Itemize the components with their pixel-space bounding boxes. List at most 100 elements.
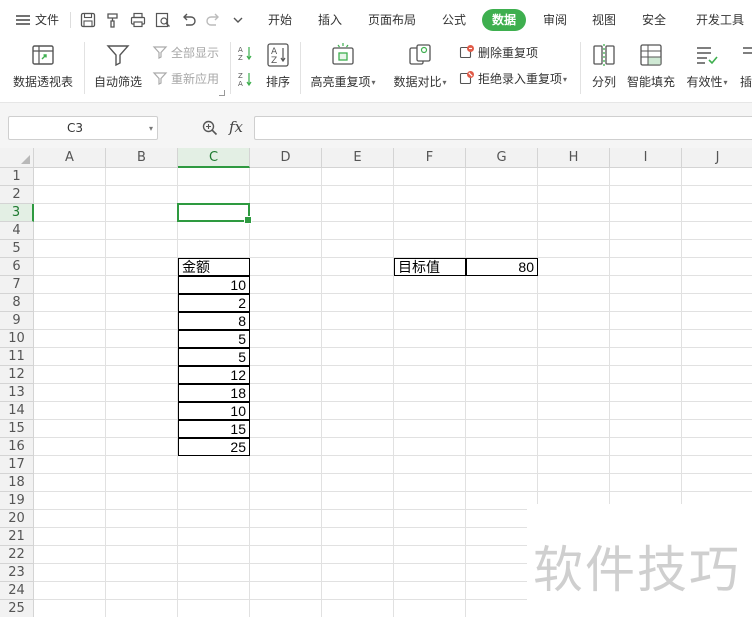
cell-i7[interactable] — [610, 276, 682, 294]
cell-f1[interactable] — [394, 168, 466, 186]
cell-j13[interactable] — [682, 384, 752, 402]
cell-d15[interactable] — [250, 420, 322, 438]
cell-e8[interactable] — [322, 294, 394, 312]
cell-b12[interactable] — [106, 366, 178, 384]
cell-c17[interactable] — [178, 456, 250, 474]
column-header-g[interactable]: G — [466, 148, 538, 168]
cell-c23[interactable] — [178, 564, 250, 582]
cell-e11[interactable] — [322, 348, 394, 366]
tab-formulas[interactable]: 公式 — [434, 9, 474, 31]
cell-h6[interactable] — [538, 258, 610, 276]
cell-b9[interactable] — [106, 312, 178, 330]
cell-h5[interactable] — [538, 240, 610, 258]
data-validation-button[interactable]: 有效性▾ — [682, 42, 732, 100]
cell-j8[interactable] — [682, 294, 752, 312]
cell-i15[interactable] — [610, 420, 682, 438]
cell-d21[interactable] — [250, 528, 322, 546]
row-header-7[interactable]: 7 — [0, 276, 34, 294]
cell-c1[interactable] — [178, 168, 250, 186]
cell-h10[interactable] — [538, 330, 610, 348]
cell-e23[interactable] — [322, 564, 394, 582]
cell-d14[interactable] — [250, 402, 322, 420]
cell-a23[interactable] — [34, 564, 106, 582]
cell-j10[interactable] — [682, 330, 752, 348]
row-header-8[interactable]: 8 — [0, 294, 34, 312]
tab-review[interactable]: 审阅 — [535, 9, 575, 31]
zoom-magnifier-icon[interactable] — [202, 120, 218, 136]
cell-b18[interactable] — [106, 474, 178, 492]
cell-i17[interactable] — [610, 456, 682, 474]
cell-g18[interactable] — [466, 474, 538, 492]
formula-input[interactable] — [254, 116, 752, 140]
cell-c5[interactable] — [178, 240, 250, 258]
cell-h1[interactable] — [538, 168, 610, 186]
file-menu[interactable]: 文件 — [35, 10, 59, 30]
cell-a17[interactable] — [34, 456, 106, 474]
cell-d2[interactable] — [250, 186, 322, 204]
undo-icon[interactable] — [180, 11, 198, 29]
amount-cell[interactable]: 25 — [178, 438, 250, 456]
cell-b20[interactable] — [106, 510, 178, 528]
cell-d1[interactable] — [250, 168, 322, 186]
cell-f22[interactable] — [394, 546, 466, 564]
cell-h13[interactable] — [538, 384, 610, 402]
cell-b3[interactable] — [106, 204, 178, 222]
row-header-24[interactable]: 24 — [0, 582, 34, 600]
cell-f7[interactable] — [394, 276, 466, 294]
cell-f23[interactable] — [394, 564, 466, 582]
cell-f20[interactable] — [394, 510, 466, 528]
row-header-14[interactable]: 14 — [0, 402, 34, 420]
cell-e9[interactable] — [322, 312, 394, 330]
cell-f9[interactable] — [394, 312, 466, 330]
cell-e4[interactable] — [322, 222, 394, 240]
cell-b15[interactable] — [106, 420, 178, 438]
cell-i4[interactable] — [610, 222, 682, 240]
row-header-20[interactable]: 20 — [0, 510, 34, 528]
customize-toolbar-icon[interactable] — [229, 11, 247, 29]
cell-d8[interactable] — [250, 294, 322, 312]
amount-cell[interactable]: 5 — [178, 348, 250, 366]
cell-j7[interactable] — [682, 276, 752, 294]
cell-h7[interactable] — [538, 276, 610, 294]
amount-cell[interactable]: 10 — [178, 402, 250, 420]
cell-a7[interactable] — [34, 276, 106, 294]
row-header-12[interactable]: 12 — [0, 366, 34, 384]
cell-f3[interactable] — [394, 204, 466, 222]
row-header-22[interactable]: 22 — [0, 546, 34, 564]
cell-d6[interactable] — [250, 258, 322, 276]
hamburger-menu-icon[interactable] — [14, 11, 32, 29]
cell-i5[interactable] — [610, 240, 682, 258]
row-header-16[interactable]: 16 — [0, 438, 34, 456]
tab-developer[interactable]: 开发工具 — [688, 9, 752, 31]
cell-d4[interactable] — [250, 222, 322, 240]
row-header-15[interactable]: 15 — [0, 420, 34, 438]
amount-cell[interactable]: 12 — [178, 366, 250, 384]
select-all-corner[interactable] — [0, 148, 34, 168]
cell-a10[interactable] — [34, 330, 106, 348]
cell-d5[interactable] — [250, 240, 322, 258]
cell-b4[interactable] — [106, 222, 178, 240]
cell-d7[interactable] — [250, 276, 322, 294]
cell-e24[interactable] — [322, 582, 394, 600]
redo-icon[interactable] — [204, 11, 222, 29]
cell-a2[interactable] — [34, 186, 106, 204]
cell-j18[interactable] — [682, 474, 752, 492]
cell-e13[interactable] — [322, 384, 394, 402]
cell-b8[interactable] — [106, 294, 178, 312]
cell-a21[interactable] — [34, 528, 106, 546]
cell-i1[interactable] — [610, 168, 682, 186]
cell-a3[interactable] — [34, 204, 106, 222]
cell-i12[interactable] — [610, 366, 682, 384]
cell-j12[interactable] — [682, 366, 752, 384]
row-header-3[interactable]: 3 — [0, 204, 34, 222]
column-header-c[interactable]: C — [178, 148, 250, 168]
cell-j5[interactable] — [682, 240, 752, 258]
tab-data[interactable]: 数据 — [482, 9, 526, 31]
cell-e2[interactable] — [322, 186, 394, 204]
amount-cell[interactable]: 5 — [178, 330, 250, 348]
cell-h15[interactable] — [538, 420, 610, 438]
cell-d12[interactable] — [250, 366, 322, 384]
cell-b19[interactable] — [106, 492, 178, 510]
cell-b13[interactable] — [106, 384, 178, 402]
cell-f19[interactable] — [394, 492, 466, 510]
